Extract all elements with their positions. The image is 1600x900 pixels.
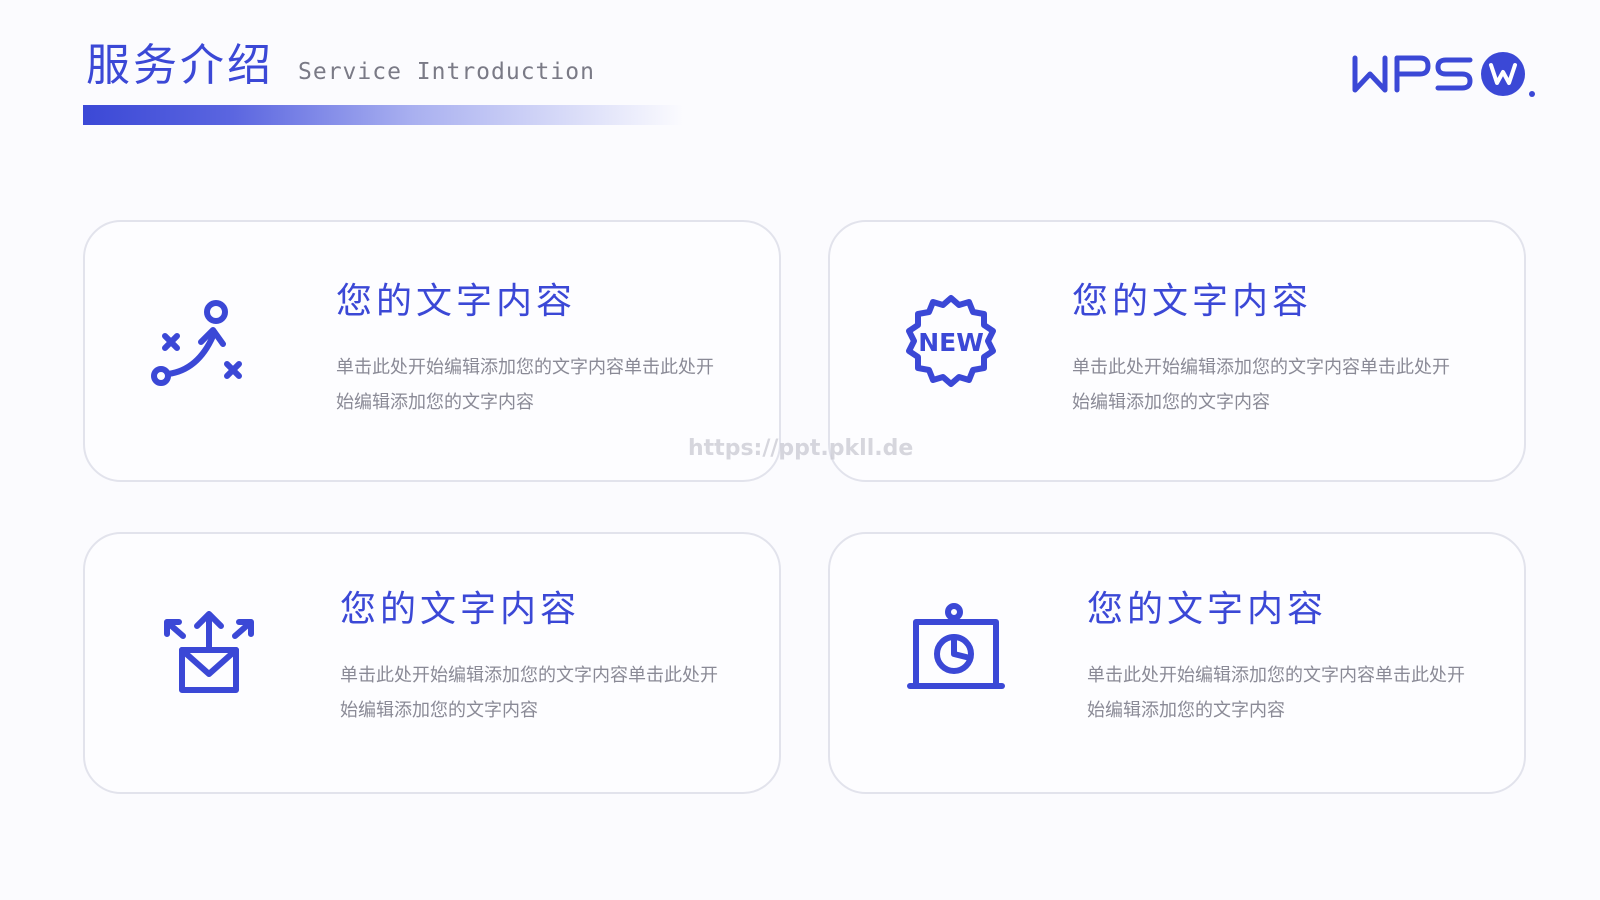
card-description: 单击此处开始编辑添加您的文字内容单击此处开始编辑添加您的文字内容 <box>340 665 718 721</box>
card-description: 单击此处开始编辑添加您的文字内容单击此处开始编辑添加您的文字内容 <box>1072 357 1450 413</box>
presentation-chart-icon <box>900 600 1010 710</box>
mail-outbound-icon <box>155 602 265 712</box>
service-card-4: 您的文字内容 单击此处开始编辑添加您的文字内容单击此处开始编辑添加您的文字内容 <box>828 532 1526 794</box>
service-card-1: 您的文字内容 单击此处开始编辑添加您的文字内容单击此处开始编辑添加您的文字内容 <box>83 220 781 482</box>
new-badge-label: NEW <box>918 328 984 357</box>
strategy-path-icon <box>143 290 253 400</box>
card-description: 单击此处开始编辑添加您的文字内容单击此处开始编辑添加您的文字内容 <box>1087 665 1465 721</box>
card-title: 您的文字内容 <box>1087 589 1328 630</box>
service-card-3: 您的文字内容 单击此处开始编辑添加您的文字内容单击此处开始编辑添加您的文字内容 <box>83 532 781 794</box>
card-title: 您的文字内容 <box>340 589 581 630</box>
wps-logo <box>1350 48 1550 102</box>
new-badge-icon: NEW <box>896 290 1006 400</box>
card-description: 单击此处开始编辑添加您的文字内容单击此处开始编辑添加您的文字内容 <box>336 357 714 413</box>
service-card-2: NEW 您的文字内容 单击此处开始编辑添加您的文字内容单击此处开始编辑添加您的文… <box>828 220 1526 482</box>
card-title: 您的文字内容 <box>336 281 577 322</box>
page-title: 服务介绍 <box>86 40 274 91</box>
title-underline-bar <box>83 105 683 125</box>
watermark-url: https://ppt.pkll.de <box>688 436 914 461</box>
card-title: 您的文字内容 <box>1072 281 1313 322</box>
page-subtitle: Service Introduction <box>298 59 595 85</box>
